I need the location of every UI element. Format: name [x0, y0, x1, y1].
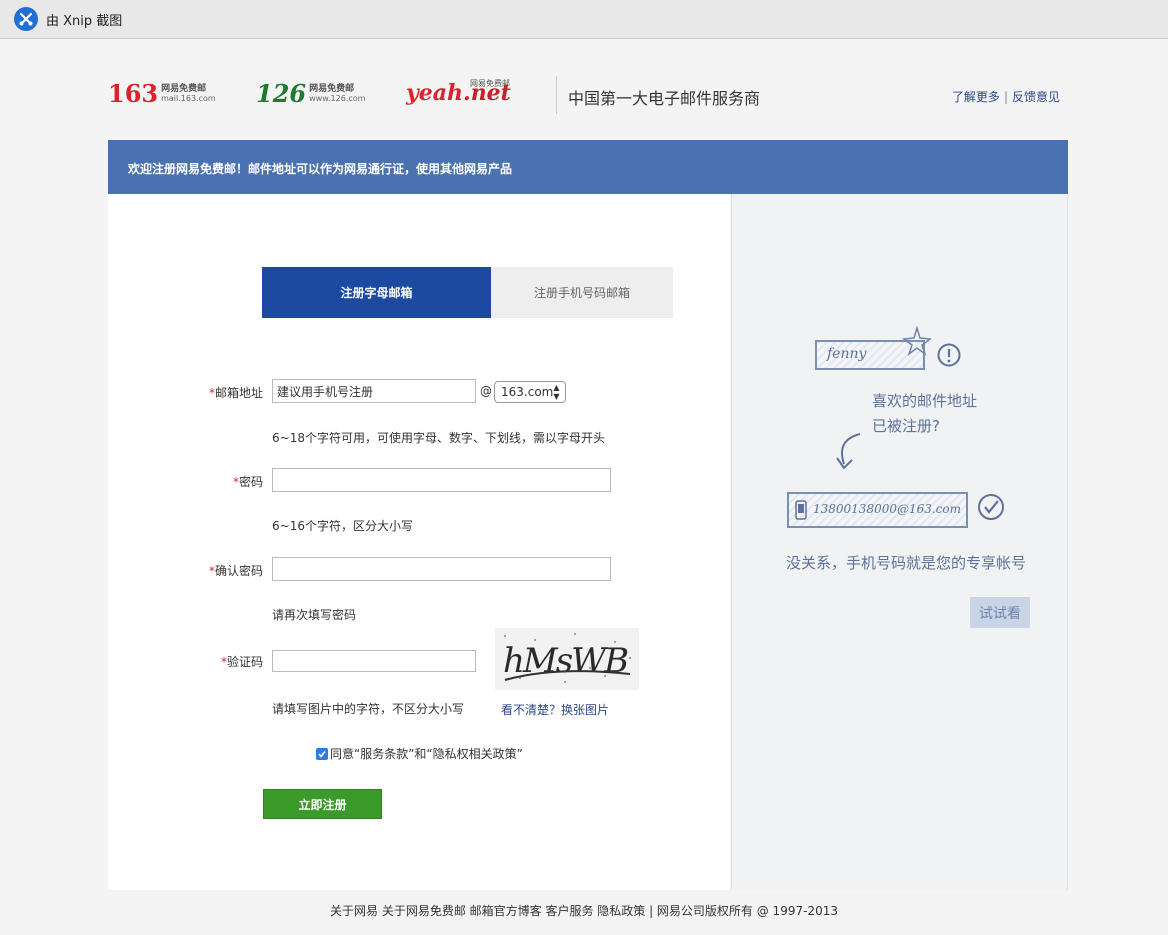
logo-163-domain: mail.163.com	[161, 94, 216, 103]
captcha-hint: 请填写图片中的字符，不区分大小写	[272, 702, 465, 716]
agree-checkbox[interactable]	[316, 747, 328, 760]
star-icon	[902, 326, 932, 356]
sample-phone-email-text: 13800138000@163.com	[813, 502, 962, 516]
phone-icon	[795, 500, 807, 520]
confirm-password-label: *确认密码	[208, 564, 263, 578]
header-divider	[556, 76, 557, 114]
logo-126[interactable]: 126 网易免费邮 www.126.com	[256, 82, 365, 106]
logo-163-cn: 网易免费邮	[161, 84, 207, 94]
confirm-password-input[interactable]	[272, 557, 611, 581]
tab-phone-email[interactable]: 注册手机号码邮箱	[491, 267, 673, 318]
site-header: 163 网易免费邮 mail.163.com 126 网易免费邮 www.126.c…	[108, 70, 1068, 120]
register-button[interactable]: 立即注册	[263, 789, 382, 819]
promo-panel: fenny 喜欢的邮件地址 已被注册? 13800138000@163.com …	[731, 194, 1068, 890]
feedback-link[interactable]: 反馈意见	[1012, 90, 1060, 104]
password-hint: 6~16个字符，区分大小写	[272, 519, 413, 533]
confirm-password-hint: 请再次填写密码	[272, 608, 357, 622]
logo-163-number: 163	[108, 79, 159, 108]
check-circle-icon	[978, 494, 1004, 520]
captcha-image[interactable]: hMsWB	[495, 628, 639, 690]
logo-126-number: 126	[256, 79, 307, 108]
password-input[interactable]	[272, 468, 611, 492]
captcha-label: *验证码	[220, 655, 263, 669]
header-slogan: 中国第一大电子邮件服务商	[568, 89, 761, 108]
xnip-title-bar: 由 Xnip 截图	[0, 0, 1168, 39]
logo-126-domain: www.126.com	[309, 94, 366, 103]
logo-163[interactable]: 163 网易免费邮 mail.163.com	[108, 82, 216, 106]
captcha-input[interactable]	[272, 650, 476, 672]
logo-yeah-cn: 网易免费邮	[470, 79, 510, 88]
logo-yeah[interactable]: yeah.net 网易免费邮	[406, 79, 511, 106]
tab-letter-email[interactable]: 注册字母邮箱	[262, 267, 491, 318]
sample-name-text: fenny	[827, 346, 867, 362]
registration-tabs: 注册字母邮箱 注册手机号码邮箱	[262, 267, 673, 318]
agree-terms[interactable]: 同意“服务条款”和“隐私权相关政策”	[316, 745, 523, 762]
registration-form-panel: 注册字母邮箱 注册手机号码邮箱 *邮箱地址 建议用手机号注册 @ 163.com…	[108, 194, 730, 890]
promo-answer: 没关系，手机号码就是您的专享帐号	[786, 554, 1027, 572]
try-it-button[interactable]: 试试看	[970, 597, 1030, 628]
alert-icon	[937, 343, 961, 367]
select-arrows-icon: ▲ ▼	[553, 383, 560, 401]
welcome-banner: 欢迎注册网易免费邮！邮件地址可以作为网易通行证，使用其他网易产品	[108, 140, 1068, 194]
header-link-separator: |	[1003, 90, 1008, 104]
footer-links: 关于网易 关于网易免费邮 邮箱官方博客 客户服务 隐私政策 | 网易公司版权所有…	[330, 904, 838, 918]
xnip-scissors-icon	[14, 7, 38, 31]
password-label: *密码	[232, 475, 263, 489]
header-links: 了解更多 | 反馈意见	[952, 88, 1060, 105]
email-label: *邮箱地址	[208, 386, 263, 400]
email-hint: 6~18个字符可用，可使用字母、数字、下划线，需以字母开头	[272, 431, 605, 445]
at-sign: @	[480, 384, 492, 398]
logo-126-cn: 网易免费邮	[309, 84, 355, 94]
sample-phone-email-box: 13800138000@163.com	[787, 492, 968, 528]
svg-text:hMsWB: hMsWB	[503, 641, 628, 681]
agree-text: 同意“服务条款”和“隐私权相关政策”	[330, 747, 523, 761]
change-captcha-link[interactable]: 看不清楚？换张图片	[501, 701, 609, 718]
curved-arrow-icon	[836, 433, 861, 470]
xnip-title-text: 由 Xnip 截图	[46, 13, 123, 29]
email-input[interactable]: 建议用手机号注册	[272, 379, 476, 403]
learn-more-link[interactable]: 了解更多	[952, 90, 1000, 104]
domain-select[interactable]: 163.com ▲ ▼	[494, 381, 566, 403]
promo-question-line2: 已被注册?	[872, 417, 940, 435]
promo-question-line1: 喜欢的邮件地址	[872, 392, 978, 410]
